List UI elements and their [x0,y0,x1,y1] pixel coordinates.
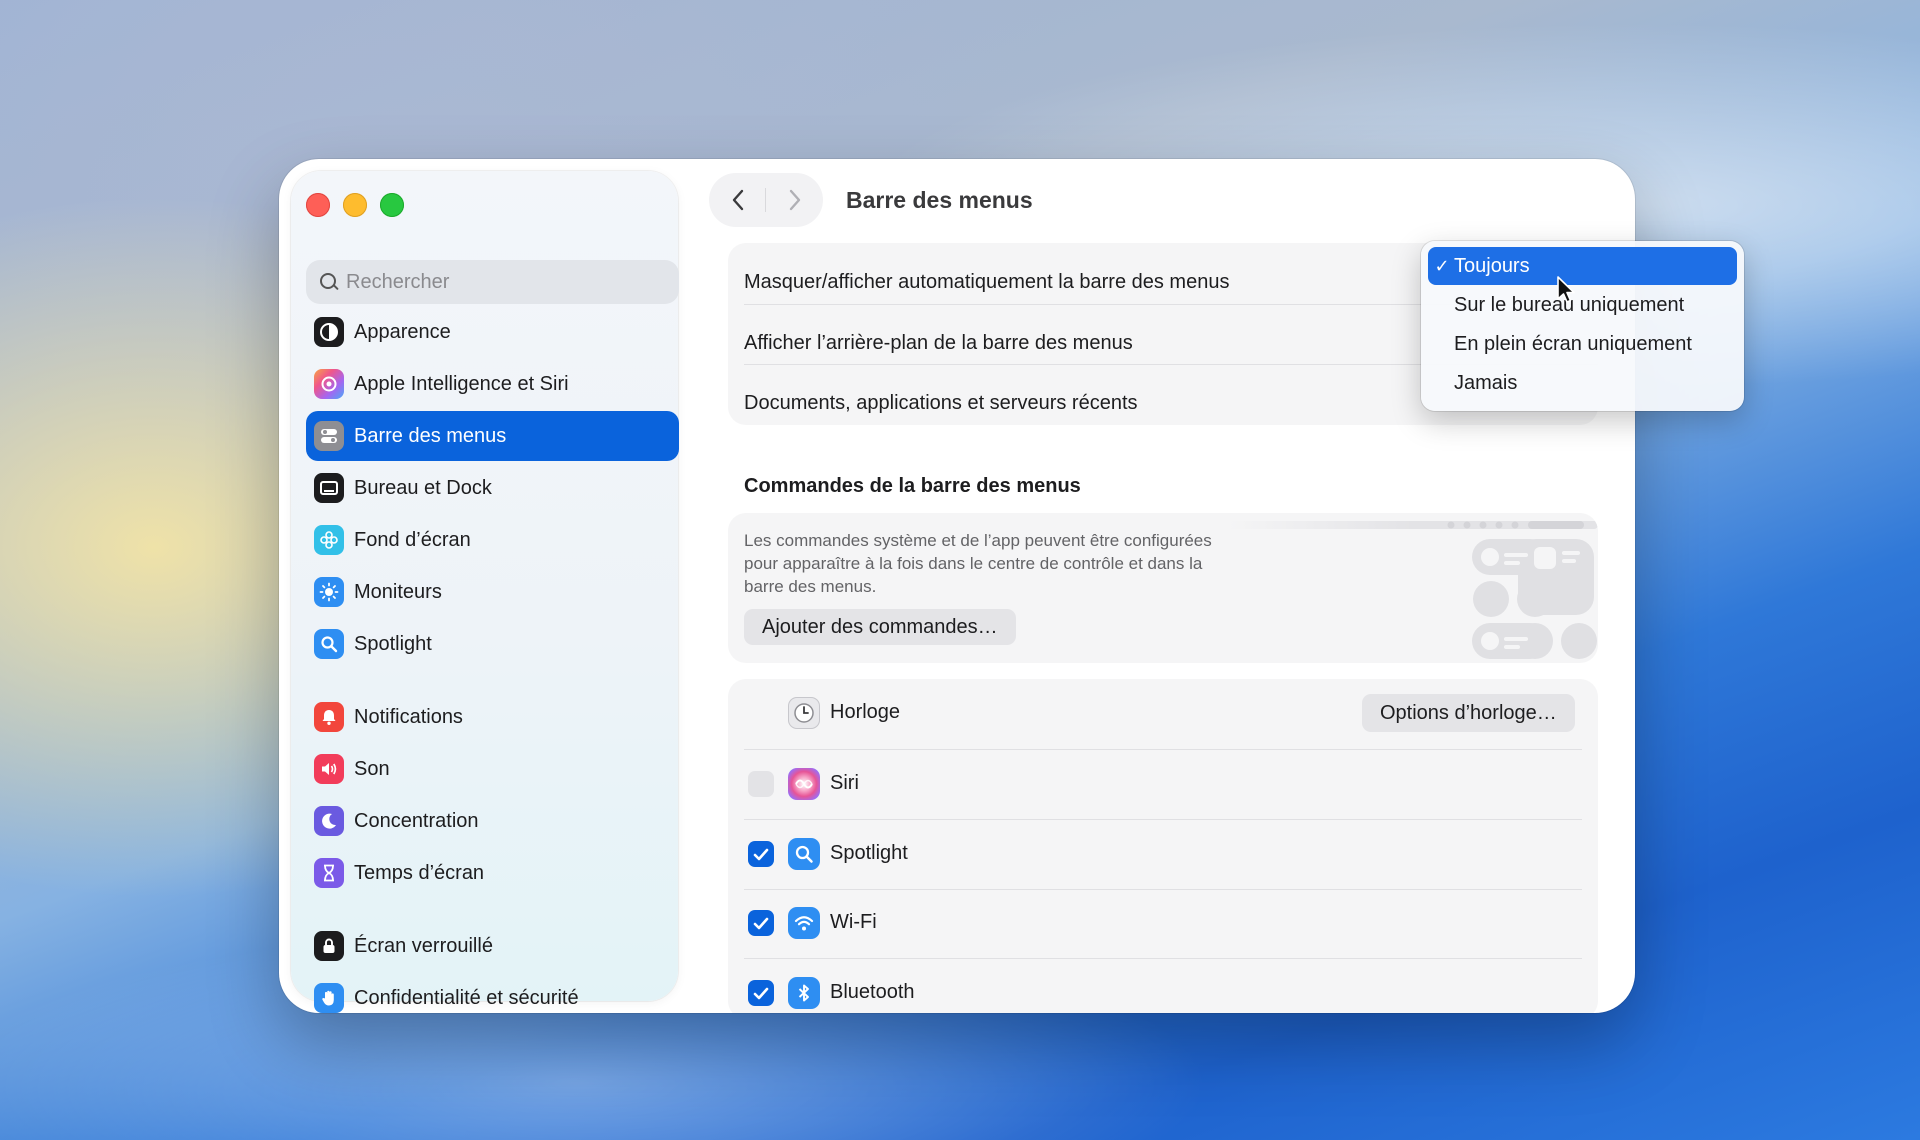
auto-hide-dropdown-menu: ✓ Toujours Sur le bureau uniquement En p… [1421,241,1744,411]
sidebar-item-label: Spotlight [354,632,432,655]
lock-screen-icon [314,931,344,961]
sidebar-item-confidentialite[interactable]: Confidentialité et sécurité [306,973,679,1013]
recent-items-label: Documents, applications et serveurs réce… [744,392,1138,414]
desktop-dock-icon [314,473,344,503]
list-item-label: Horloge [830,701,901,723]
mouse-pointer-icon [1557,276,1575,303]
siri-checkbox[interactable] [748,771,774,797]
appearance-icon [314,317,344,347]
add-controls-button[interactable]: Ajouter des commandes… [744,609,1016,645]
sound-icon [314,754,344,784]
background-label: Afficher l’arrière-plan de la barre des … [744,332,1133,354]
sidebar-item-label: Confidentialité et sécurité [354,986,579,1009]
menu-option-label: En plein écran uniquement [1454,332,1692,355]
wallpaper-icon [314,525,344,555]
list-item-siri: Siri [728,750,1598,818]
screen-time-icon [314,858,344,888]
checkmark-icon [753,917,769,929]
checkmark-icon [753,848,769,860]
wifi-icon [788,907,820,939]
sidebar-item-son[interactable]: Son [306,744,679,794]
sidebar-item-spotlight[interactable]: Spotlight [306,619,679,669]
sidebar-item-moniteurs[interactable]: Moniteurs [306,567,679,617]
clock-icon [788,697,820,729]
list-item-horloge: Horloge Options d’horloge… [728,679,1598,747]
sidebar-item-label: Concentration [354,809,479,832]
search-input[interactable] [346,270,646,294]
sidebar-item-label: Apparence [354,320,451,343]
bluetooth-icon [788,977,820,1009]
menu-option-jamais[interactable]: Jamais [1428,364,1737,402]
focus-icon [314,806,344,836]
list-item-label: Bluetooth [830,981,915,1003]
notifications-icon [314,702,344,732]
menu-option-toujours[interactable]: ✓ Toujours [1428,247,1737,285]
sidebar-item-fond-d-ecran[interactable]: Fond d’écran [306,515,679,565]
sidebar-item-bureau-et-dock[interactable]: Bureau et Dock [306,463,679,513]
forward-button[interactable] [766,173,823,227]
chevron-left-icon [732,189,743,211]
menu-bar-icon [314,421,344,451]
menu-option-sur-le-bureau[interactable]: Sur le bureau uniquement [1428,286,1737,324]
controls-info-card: Les commandes système et de l’app peuven… [728,513,1598,663]
sidebar-item-label: Écran verrouillé [354,934,493,957]
sidebar-item-concentration[interactable]: Concentration [306,796,679,846]
sidebar-item-temps-d-ecran[interactable]: Temps d’écran [306,848,679,898]
sidebar-item-label: Notifications [354,705,463,728]
bluetooth-checkbox[interactable] [748,980,774,1006]
close-button[interactable] [306,193,330,217]
sidebar-item-label: Moniteurs [354,580,442,603]
menu-option-label: Toujours [1454,254,1530,277]
sidebar-item-label: Son [354,757,390,780]
minimize-button[interactable] [343,193,367,217]
zoom-button[interactable] [380,193,404,217]
menu-bar-items-list: Horloge Options d’horloge… Siri Spotligh… [728,679,1598,1013]
list-item-spotlight: Spotlight [728,820,1598,888]
sidebar-item-ecran-verrouille[interactable]: Écran verrouillé [306,921,679,971]
siri-icon [788,768,820,800]
sidebar-item-label: Apple Intelligence et Siri [354,372,569,395]
sidebar-item-label: Fond d’écran [354,528,471,551]
sidebar-search[interactable] [306,260,679,304]
checkmark-icon [753,987,769,999]
list-item-wifi: Wi-Fi [728,889,1598,957]
checkmark-icon: ✓ [1434,255,1450,277]
page-title: Barre des menus [846,187,1033,213]
menu-option-label: Jamais [1454,371,1518,394]
menu-option-plein-ecran[interactable]: En plein écran uniquement [1428,325,1737,363]
list-item-label: Spotlight [830,842,908,864]
apple-intelligence-icon [314,369,344,399]
sidebar-item-label: Barre des menus [354,424,507,447]
sidebar-item-apparence[interactable]: Apparence [306,307,679,357]
sidebar-item-apple-intelligence[interactable]: Apple Intelligence et Siri [306,359,679,409]
wifi-checkbox[interactable] [748,910,774,936]
controls-description: Les commandes système et de l’app peuven… [744,531,1212,596]
sidebar-item-notifications[interactable]: Notifications [306,692,679,742]
chevron-right-icon [789,189,800,211]
list-item-bluetooth: Bluetooth [728,959,1598,1013]
auto-hide-label: Masquer/afficher automatiquement la barr… [744,271,1230,293]
search-icon [318,271,340,293]
spotlight-icon [314,629,344,659]
section-title: Commandes de la barre des menus [744,475,1081,497]
sidebar-item-label: Temps d’écran [354,861,485,884]
control-center-illustration-icon [1228,513,1598,663]
spotlight-checkbox[interactable] [748,841,774,867]
clock-options-button[interactable]: Options d’horloge… [1362,694,1575,732]
list-item-label: Wi-Fi [830,911,877,933]
sidebar-item-label: Bureau et Dock [354,476,492,499]
privacy-hand-icon [314,983,344,1013]
back-button[interactable] [709,173,766,227]
list-item-label: Siri [830,772,859,794]
navigation-buttons [709,173,823,227]
sidebar-item-barre-des-menus[interactable]: Barre des menus [306,411,679,461]
spotlight-icon [788,838,820,870]
displays-icon [314,577,344,607]
